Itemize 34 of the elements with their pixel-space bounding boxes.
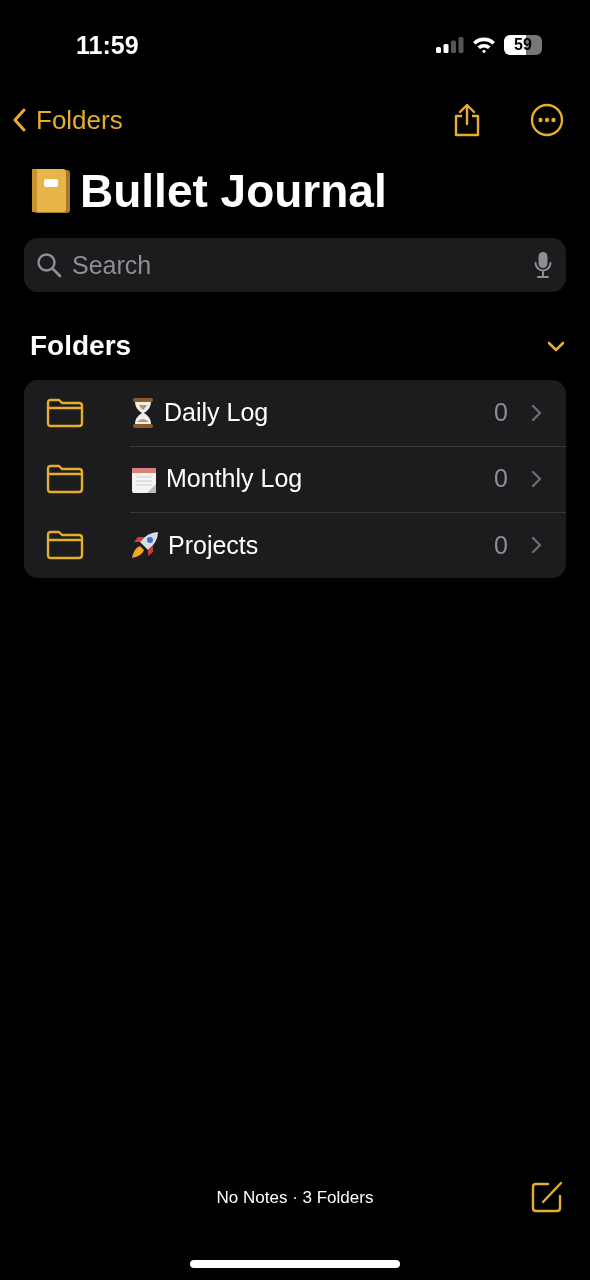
search-field[interactable]: Search <box>70 249 526 281</box>
folder-name: Monthly Log <box>166 464 304 493</box>
more-icon[interactable] <box>530 103 564 137</box>
search-icon <box>36 252 62 278</box>
folder-row[interactable]: Monthly Log 0 <box>24 446 566 512</box>
footer-summary: No Notes · 3 Folders <box>216 1188 374 1208</box>
note-count: 0 <box>494 398 508 427</box>
folder-row[interactable]: Daily Log 0 <box>24 380 566 446</box>
page-title: Bullet Journal <box>80 164 387 218</box>
share-icon[interactable] <box>452 103 482 137</box>
back-chevron-icon <box>12 108 26 132</box>
hourglass-icon <box>130 396 156 429</box>
note-count: 0 <box>494 464 508 493</box>
compose-icon[interactable] <box>530 1180 564 1214</box>
chevron-icon[interactable] <box>546 339 566 353</box>
chevron-right-icon <box>530 535 542 555</box>
chevron-right-icon <box>530 468 542 489</box>
battery-icon: 59 <box>504 35 542 55</box>
folder-icon <box>46 530 84 560</box>
wifi-icon <box>472 36 496 54</box>
section-title: Folders <box>30 330 132 362</box>
rocket-icon <box>130 530 160 560</box>
chevron-right-icon <box>530 402 542 423</box>
search-bar[interactable]: Search <box>24 238 566 292</box>
signal-icon <box>436 37 464 53</box>
folder-icon <box>46 464 84 494</box>
folder-row[interactable]: Projects 0 <box>24 512 566 578</box>
folder-name: Projects <box>168 530 260 560</box>
note-count: 0 <box>494 530 508 560</box>
microphone-icon[interactable] <box>534 251 552 279</box>
folder-name: Daily Log <box>164 398 270 427</box>
status-time: 11:59 <box>76 30 139 60</box>
back-button[interactable]: Folders <box>12 104 123 136</box>
folder-icon <box>46 398 84 428</box>
